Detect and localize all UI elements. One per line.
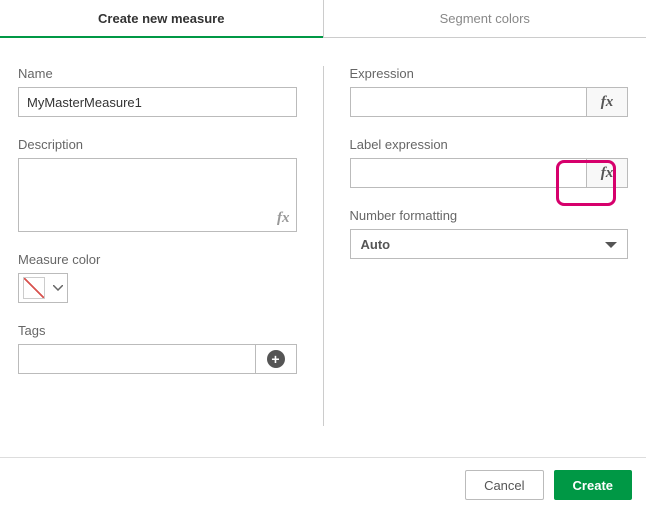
add-tag-button[interactable]: +	[255, 344, 297, 374]
create-button[interactable]: Create	[554, 470, 632, 500]
column-divider	[323, 66, 324, 426]
tab-create-measure[interactable]: Create new measure	[0, 0, 324, 37]
label-expression-input[interactable]	[350, 158, 587, 188]
right-column: Expression fx Label expression fx Number…	[350, 66, 629, 426]
chevron-down-icon	[49, 285, 67, 291]
name-label: Name	[18, 66, 297, 81]
measure-color-picker[interactable]	[18, 273, 68, 303]
description-input[interactable]	[19, 159, 296, 231]
tab-segment-colors-label: Segment colors	[440, 11, 530, 26]
tags-field: Tags +	[18, 323, 297, 374]
measure-color-field: Measure color	[18, 252, 297, 303]
cancel-button[interactable]: Cancel	[465, 470, 543, 500]
name-field: Name	[18, 66, 297, 117]
expression-label: Expression	[350, 66, 629, 81]
left-column: Name Description fx Measure color Tags	[18, 66, 297, 426]
fx-icon: fx	[601, 94, 614, 111]
number-formatting-label: Number formatting	[350, 208, 629, 223]
footer: Cancel Create	[0, 457, 646, 512]
create-button-label: Create	[573, 478, 613, 493]
label-expression-fx-button[interactable]: fx	[586, 158, 628, 188]
tags-label: Tags	[18, 323, 297, 338]
fx-icon: fx	[601, 165, 614, 182]
chevron-down-icon	[605, 237, 617, 252]
description-label: Description	[18, 137, 297, 152]
tags-row: +	[18, 344, 297, 374]
description-input-wrap: fx	[18, 158, 297, 232]
label-expression-field: Label expression fx	[350, 137, 629, 188]
number-formatting-field: Number formatting Auto	[350, 208, 629, 259]
expression-row: fx	[350, 87, 629, 117]
number-formatting-select[interactable]: Auto	[350, 229, 629, 259]
no-color-swatch-icon	[23, 277, 45, 299]
tab-segment-colors[interactable]: Segment colors	[324, 0, 646, 37]
name-input[interactable]	[18, 87, 297, 117]
cancel-button-label: Cancel	[484, 478, 524, 493]
tabs: Create new measure Segment colors	[0, 0, 646, 38]
label-expression-label: Label expression	[350, 137, 629, 152]
measure-color-label: Measure color	[18, 252, 297, 267]
form-content: Name Description fx Measure color Tags	[0, 38, 646, 426]
number-formatting-value: Auto	[361, 237, 391, 252]
plus-circle-icon: +	[267, 350, 285, 368]
expression-fx-button[interactable]: fx	[586, 87, 628, 117]
tags-input[interactable]	[18, 344, 255, 374]
description-field: Description fx	[18, 137, 297, 232]
tab-create-measure-label: Create new measure	[98, 11, 224, 26]
expression-input[interactable]	[350, 87, 587, 117]
expression-field: Expression fx	[350, 66, 629, 117]
label-expression-row: fx	[350, 158, 629, 188]
